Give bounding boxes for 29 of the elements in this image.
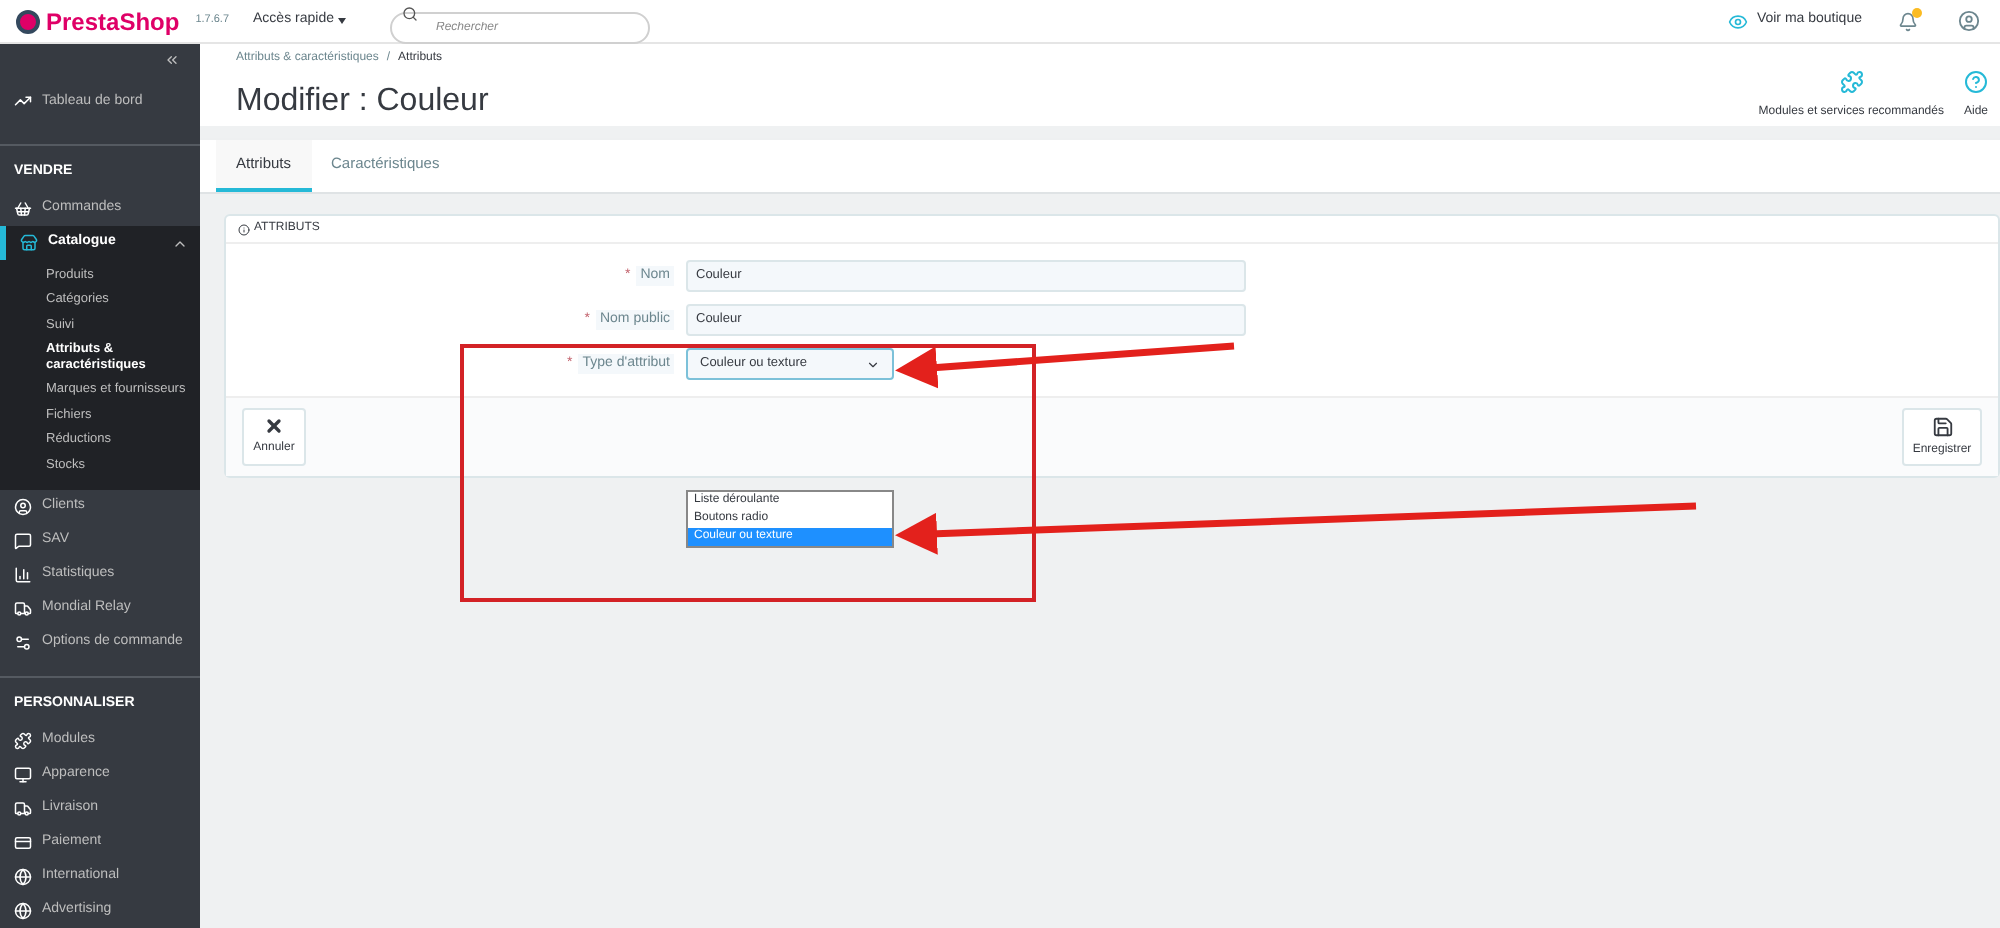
puzzle-icon (14, 732, 32, 750)
globe-icon (14, 868, 32, 886)
basket-icon (14, 200, 32, 218)
chevron-down-icon (866, 357, 880, 371)
save-icon (1931, 415, 1953, 437)
eye-icon (1728, 11, 1749, 31)
close-icon (264, 416, 284, 436)
truck-icon (14, 599, 32, 617)
info-icon (238, 223, 250, 235)
puzzle-icon (1839, 70, 1864, 94)
truck-icon (14, 800, 32, 818)
trend-icon (14, 92, 32, 111)
sliders-icon (14, 633, 32, 651)
collapse-icon[interactable] (164, 52, 180, 68)
message-icon (14, 531, 32, 549)
bell-icon[interactable] (1898, 11, 1918, 31)
logo-icon (16, 9, 40, 33)
account-icon[interactable] (1958, 10, 1980, 32)
user-icon (14, 497, 32, 515)
card-icon (14, 834, 32, 852)
monitor-icon (14, 766, 32, 784)
chart-icon (14, 565, 32, 583)
store-icon (20, 234, 38, 252)
search-icon (401, 5, 418, 21)
logo[interactable]: PrestaShop (46, 3, 180, 39)
page-title: Modifier : Couleur (236, 82, 491, 122)
caret-icon (337, 18, 346, 24)
globe-icon (14, 902, 32, 920)
help-icon (1963, 70, 1988, 94)
